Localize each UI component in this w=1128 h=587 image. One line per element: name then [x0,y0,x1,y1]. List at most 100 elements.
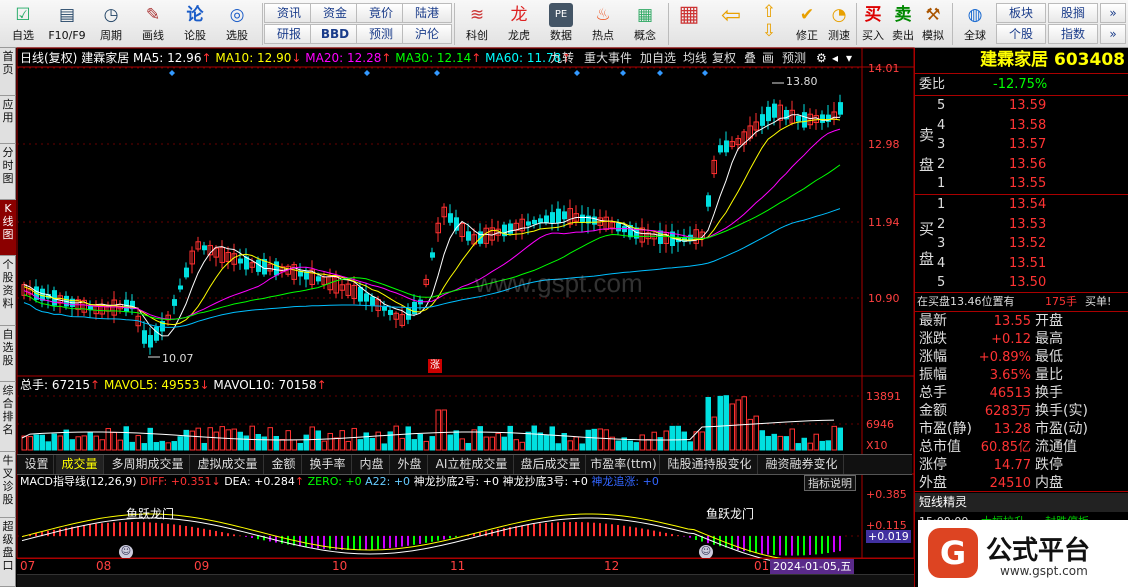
overlay-button[interactable]: 叠 [744,49,756,67]
up-down-button[interactable]: ⇧ ⇩ [752,2,786,46]
concept-button[interactable]: ▦ 概念 [624,2,666,46]
volume-bar [81,435,87,451]
sector-button[interactable]: 板块 [996,3,1046,23]
hotspot-button[interactable]: ♨ 热点 [582,2,624,46]
tab-multi-volume[interactable]: 多周期成交量 [106,455,190,474]
discuss-button[interactable]: 论论股 [174,2,216,46]
tab-indicator-settings[interactable]: 设置 [20,455,54,474]
stock-picker-button[interactable]: ◎ 选股 [216,2,258,46]
tab-apps[interactable]: 应用 [0,96,16,144]
draw-tool-button[interactable]: 画 [762,49,774,67]
macd-diff: DIFF: +0.351 [140,475,212,488]
limit-up-badge[interactable]: 涨 [428,359,442,373]
tab-volume[interactable]: 成交量 [56,455,104,474]
back-button[interactable]: ⇦ [714,2,748,46]
watermark: www.gspt.com [475,268,643,298]
indicator-help-button[interactable]: 指标说明 [804,475,856,491]
sell-button[interactable]: 卖卖出 [888,2,918,46]
volume-bar [711,416,717,451]
more-button[interactable]: » [1100,3,1126,23]
candle-body [388,309,393,316]
news-button[interactable]: 资讯 [264,3,314,23]
dragon-tiger-button[interactable]: 龙龙虎 [498,2,540,46]
candle-body [327,275,333,291]
tab-outer[interactable]: 外盘 [392,455,428,474]
tab-amount[interactable]: 金额 [266,455,302,474]
candle-body [592,216,597,225]
bid-price: 13.51 [1009,255,1047,271]
quote-stat-row: 市盈(静) 13.28 市盈(动) [915,420,1128,439]
research-button[interactable]: 研报 [264,24,314,44]
fund-button[interactable]: 资金 [310,3,360,23]
tab-inner[interactable]: 内盘 [354,455,390,474]
bbd-button[interactable]: BBD [310,24,360,44]
draw-button[interactable]: ✎ 画线 [132,2,174,46]
tab-home[interactable]: 首页 [0,48,16,96]
bidding-button[interactable]: 竟价 [356,3,406,23]
forecast-tool-button[interactable]: 预测 [782,49,806,67]
stock-button[interactable]: 个股 [996,24,1046,44]
volume-bar [405,426,411,451]
tab-margin[interactable]: 融资融券变化 [760,455,844,474]
macd-tick: +0.385 [866,488,907,501]
ma-button[interactable]: 均线 [683,49,707,67]
concept-icon: ▦ [636,5,654,25]
volume-bar [189,430,195,451]
candle-body [406,308,411,320]
tab-turnover[interactable]: 换手率 [304,455,352,474]
stat-label: 最新 [919,313,947,329]
buy-button[interactable]: 买买入 [858,2,888,46]
current-date-label: 2024-01-05,五 [770,559,855,574]
hk-connect-button[interactable]: 陆港 [402,3,452,23]
separator [856,3,857,45]
tab-kline[interactable]: K线图 [0,200,16,256]
zoom-out-icon[interactable]: ◂ [832,49,838,67]
volume-bar [39,434,45,451]
horizontal-scrollbar[interactable] [17,574,914,587]
candle-body [603,216,609,230]
tab-watchlist[interactable]: 自选股 [0,326,16,382]
tab-timeshare[interactable]: 分时图 [0,144,16,200]
tab-after-hours[interactable]: 盘后成交量 [516,455,586,474]
tab-connect-holdings[interactable]: 陆股通持股变化 [662,455,758,474]
tab-ranking[interactable]: 综合排名 [0,382,16,452]
tab-diagnosis[interactable]: 牛叉诊股 [0,452,16,518]
shanghai-london-button[interactable]: 沪伦 [402,24,452,44]
candle-body [580,214,585,223]
speedtest-button[interactable]: ◔ 测速 [818,2,860,46]
ask-row: 3 13.57 [915,135,1128,154]
volume-bar [555,443,561,451]
global-button[interactable]: ◍ 全球 [954,2,996,46]
chevron-down-icon[interactable]: ▾ [846,49,852,67]
major-events-button[interactable]: 重大事件 [584,49,632,67]
candle-body [519,218,525,232]
tab-super-board[interactable]: 超级盘口 [0,518,16,587]
index-button[interactable]: 指数 [1048,24,1098,44]
adjust-button[interactable]: 复权 [712,49,736,67]
simulate-button[interactable]: ⚒ 模拟 [918,2,948,46]
volume-bar [321,440,327,451]
add-watch-button[interactable]: 加自选 [640,49,676,67]
tab-pe-ttm[interactable]: 市盈率(ttm) [588,455,660,474]
period-button[interactable]: ◷ 周期 [90,2,132,46]
forecast-button[interactable]: 预测 [356,24,406,44]
nine-turn-button[interactable]: 九转 [550,49,574,67]
favorites-button[interactable]: ☑ 自选 [2,2,44,46]
f10-button[interactable]: ▤ F10/F9 [44,2,90,46]
tab-virtual-volume[interactable]: 虚拟成交量 [192,455,264,474]
tab-stock-info[interactable]: 个股资料 [0,256,16,326]
candle-body [663,232,669,244]
volume-bar [375,431,381,451]
data-button[interactable]: PE 数据 [540,2,582,46]
star-market-button[interactable]: ≋ 科创 [456,2,498,46]
candle-body [670,231,675,246]
more-button-2[interactable]: » [1100,24,1126,44]
grid-view-button[interactable]: ▦ [672,2,706,46]
volume-bar [303,434,309,451]
volume-bar [255,434,261,451]
candle-body [70,298,75,307]
tab-ai-volume[interactable]: AI立桩成交量 [430,455,514,474]
settings-icon[interactable]: ⚙ [816,49,827,67]
bar-button[interactable]: 股搁 [1048,3,1098,23]
candle-body [826,114,831,122]
